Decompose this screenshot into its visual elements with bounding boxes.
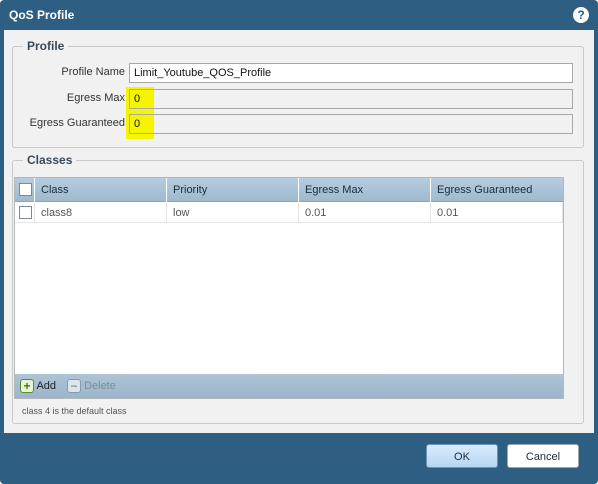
classes-legend: Classes: [23, 153, 77, 167]
cell-class: class8: [35, 203, 167, 223]
grid-header: Class Priority Egress Max Egress Guarant…: [15, 178, 563, 202]
ok-button[interactable]: OK: [426, 444, 498, 468]
egress-guaranteed-input[interactable]: [129, 114, 573, 134]
minus-icon: −: [67, 379, 81, 394]
column-header-egress-guaranteed[interactable]: Egress Guaranteed: [431, 178, 563, 202]
select-all-cell: [15, 178, 35, 202]
select-all-checkbox[interactable]: [19, 183, 32, 196]
default-class-note: class 4 is the default class: [22, 406, 127, 416]
classes-grid: Class Priority Egress Max Egress Guarant…: [14, 177, 564, 399]
dialog-titlebar: QoS Profile ?: [0, 0, 598, 30]
row-select-cell: [15, 203, 35, 223]
egress-guaranteed-label: Egress Guaranteed: [29, 117, 125, 129]
delete-button[interactable]: − Delete: [67, 378, 116, 394]
cell-egress-guaranteed: 0.01: [431, 203, 563, 223]
row-checkbox[interactable]: [19, 206, 32, 219]
dialog-body: Profile Profile Name Egress Max Egress G…: [4, 30, 594, 433]
help-icon[interactable]: ?: [573, 7, 589, 23]
cell-egress-max: 0.01: [299, 203, 431, 223]
profile-name-input[interactable]: [129, 63, 573, 83]
profile-legend: Profile: [23, 39, 69, 53]
column-header-class[interactable]: Class: [35, 178, 167, 202]
cell-priority: low: [167, 203, 299, 223]
profile-group: Profile Profile Name Egress Max Egress G…: [12, 39, 584, 148]
cancel-button[interactable]: Cancel: [507, 444, 579, 468]
qos-profile-dialog: QoS Profile ? Profile Profile Name Egres…: [0, 0, 598, 484]
dialog-title: QoS Profile: [9, 8, 75, 22]
profile-name-label: Profile Name: [61, 66, 125, 78]
add-button[interactable]: + Add: [20, 378, 56, 394]
table-row[interactable]: class8 low 0.01 0.01: [15, 203, 563, 223]
grid-toolbar: + Add − Delete: [15, 374, 563, 398]
column-header-egress-max[interactable]: Egress Max: [299, 178, 431, 202]
egress-max-input[interactable]: [129, 89, 573, 109]
add-label: Add: [36, 380, 57, 392]
delete-label: Delete: [84, 380, 116, 392]
egress-max-label: Egress Max: [66, 92, 125, 104]
column-header-priority[interactable]: Priority: [167, 178, 299, 202]
plus-icon: +: [20, 379, 34, 394]
